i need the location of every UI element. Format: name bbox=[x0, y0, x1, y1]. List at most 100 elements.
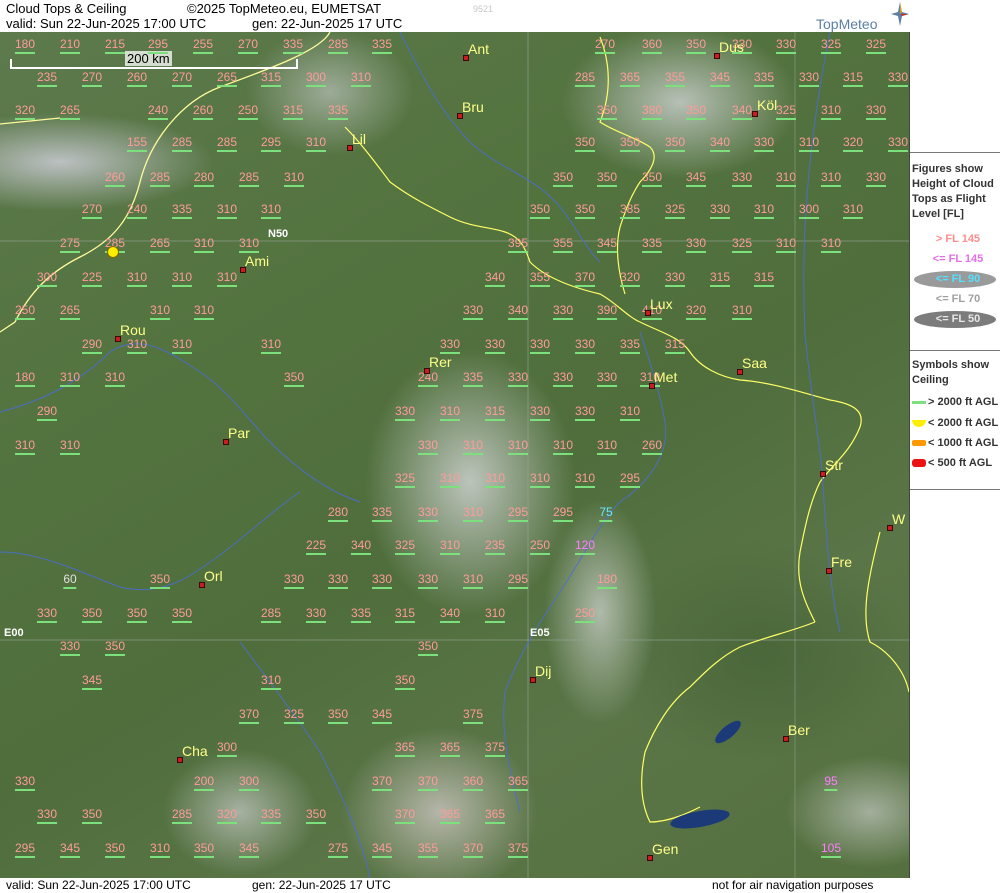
city-label: Dij bbox=[535, 663, 552, 679]
legend-fl-50: <= FL 50 bbox=[935, 313, 981, 325]
cloud-top-label: 310 bbox=[507, 439, 529, 455]
legend-fl-70: <= FL 70 bbox=[935, 293, 981, 305]
coordinate-label: E05 bbox=[530, 627, 550, 639]
city-label: Par bbox=[228, 425, 250, 441]
cloud-top-label: 285 bbox=[260, 607, 282, 623]
cloud-top-label: 210 bbox=[59, 38, 81, 54]
city-label: Orl bbox=[204, 568, 223, 584]
valid-time: valid: Sun 22-Jun-2025 17:00 UTC bbox=[6, 16, 207, 31]
cloud-top-label: 335 bbox=[350, 607, 372, 623]
cloud-top-label: 260 bbox=[192, 104, 214, 120]
cloud-top-label: 310 bbox=[775, 237, 797, 253]
cloud-top-label: 325 bbox=[731, 237, 753, 253]
cloud-top-label: 335 bbox=[462, 371, 484, 387]
chart-title: Cloud Tops & Ceiling bbox=[6, 1, 127, 16]
cloud-top-label: 350 bbox=[149, 573, 171, 589]
cloud-top-label: 350 bbox=[685, 38, 707, 54]
lake-neuchatel bbox=[715, 720, 741, 744]
cloud-top-label: 350 bbox=[596, 104, 618, 120]
cloud-top-label: 180 bbox=[596, 573, 618, 589]
cloud-top-label: 310 bbox=[529, 472, 551, 488]
cloud-top-label: 320 bbox=[619, 271, 641, 287]
cloud-top-label: 350 bbox=[104, 842, 126, 858]
cloud-top-label: 330 bbox=[36, 607, 58, 623]
cloud-top-label: 330 bbox=[731, 171, 753, 187]
footer-bar: valid: Sun 22-Jun-2025 17:00 UTC gen: 22… bbox=[0, 878, 1000, 893]
cloud-top-label: 260 bbox=[126, 71, 148, 87]
cloud-top-label: 275 bbox=[59, 237, 81, 253]
cloud-top-label: 350 bbox=[619, 136, 641, 152]
cloud-top-label: 295 bbox=[14, 842, 36, 858]
cloud-top-label: 295 bbox=[507, 506, 529, 522]
river bbox=[239, 641, 371, 878]
cloud-top-label: 345 bbox=[81, 674, 103, 690]
cloud-top-label: 250 bbox=[574, 607, 596, 623]
cloud-top-label: 330 bbox=[417, 573, 439, 589]
city-label: Ant bbox=[468, 41, 490, 57]
cloud-top-label: 310 bbox=[820, 104, 842, 120]
cloud-top-label: 330 bbox=[417, 506, 439, 522]
cloud-top-label: 370 bbox=[371, 775, 393, 791]
cloud-top-label: 280 bbox=[327, 506, 349, 522]
cloud-top-label: 345 bbox=[596, 237, 618, 253]
cloud-top-label: 350 bbox=[193, 842, 215, 858]
legend-ceiling-2000-plus: > 2000 ft AGL bbox=[912, 396, 1000, 408]
cloud-top-label: 250 bbox=[529, 539, 551, 555]
cloud-top-label: 345 bbox=[685, 171, 707, 187]
cloud-top-label: 285 bbox=[327, 38, 349, 54]
cloud-top-label: 330 bbox=[574, 338, 596, 354]
cloud-top-label: 250 bbox=[14, 304, 36, 320]
river bbox=[0, 343, 361, 503]
cloud-top-label: 310 bbox=[820, 171, 842, 187]
cloud-top-label: 355 bbox=[529, 271, 551, 287]
cloud-top-label: 180 bbox=[14, 371, 36, 387]
cloud-top-label: 355 bbox=[417, 842, 439, 858]
ceiling-half-circle-icon bbox=[912, 419, 926, 427]
border-line bbox=[344, 126, 641, 323]
cloud-top-label: 335 bbox=[282, 38, 304, 54]
cloud-top-label: 330 bbox=[798, 71, 820, 87]
cloud-top-label: 310 bbox=[439, 405, 461, 421]
cloud-top-label: 75 bbox=[599, 506, 613, 522]
satellite-map[interactable]: 200 km 180 210 215 295 255 270 335 285 335 270 360… bbox=[0, 32, 910, 878]
cloud-top-label: 310 bbox=[439, 539, 461, 555]
cloud-top-label: 310 bbox=[552, 439, 574, 455]
legend-separator bbox=[910, 152, 1000, 153]
cloud-top-label: 330 bbox=[14, 775, 36, 791]
lake-geneva bbox=[670, 809, 730, 829]
cloud-top-label: 350 bbox=[417, 640, 439, 656]
cloud-top-label: 310 bbox=[149, 304, 171, 320]
cloud-top-label: 325 bbox=[820, 38, 842, 54]
legend-fl-above-145: > FL 145 bbox=[935, 233, 981, 245]
cloud-top-label: 340 bbox=[484, 271, 506, 287]
cloud-top-label: 310 bbox=[305, 136, 327, 152]
header-bar: Cloud Tops & Ceiling ©2025 TopMeteo.eu, … bbox=[0, 0, 1000, 32]
legend-separator bbox=[910, 489, 1000, 490]
cloud-top-label: 285 bbox=[171, 808, 193, 824]
cloud-top-label: 360 bbox=[641, 38, 663, 54]
cloud-top-label: 320 bbox=[14, 104, 36, 120]
topmeteo-logo[interactable]: TopMeteo bbox=[816, 2, 911, 32]
cloud-top-label: 310 bbox=[193, 237, 215, 253]
cloud-top-label: 310 bbox=[14, 439, 36, 455]
cloud-top-label: 325 bbox=[865, 38, 887, 54]
cloud-top-label: 330 bbox=[507, 371, 529, 387]
cloud-top-label: 330 bbox=[371, 573, 393, 589]
cloud-top-label: 310 bbox=[238, 237, 260, 253]
city-label: Lil bbox=[352, 131, 367, 147]
cloud-top-label: 375 bbox=[484, 741, 506, 757]
cloud-top-label: 350 bbox=[394, 674, 416, 690]
cloud-top-label: 270 bbox=[81, 203, 103, 219]
cloud-top-label: 155 bbox=[126, 136, 148, 152]
cloud-top-label: 295 bbox=[260, 136, 282, 152]
cloud-top-label: 180 bbox=[14, 38, 36, 54]
cloud-top-label: 310 bbox=[820, 237, 842, 253]
cloud-top-label: 350 bbox=[327, 708, 349, 724]
legend-ceiling-below-1000: < 1000 ft AGL bbox=[912, 437, 1000, 449]
border-line bbox=[865, 531, 909, 693]
cloud-top-label: 285 bbox=[171, 136, 193, 152]
cloud-top-label: 265 bbox=[59, 304, 81, 320]
river bbox=[399, 32, 601, 263]
cloud-top-label: 350 bbox=[664, 136, 686, 152]
cloud-top-label: 330 bbox=[552, 371, 574, 387]
